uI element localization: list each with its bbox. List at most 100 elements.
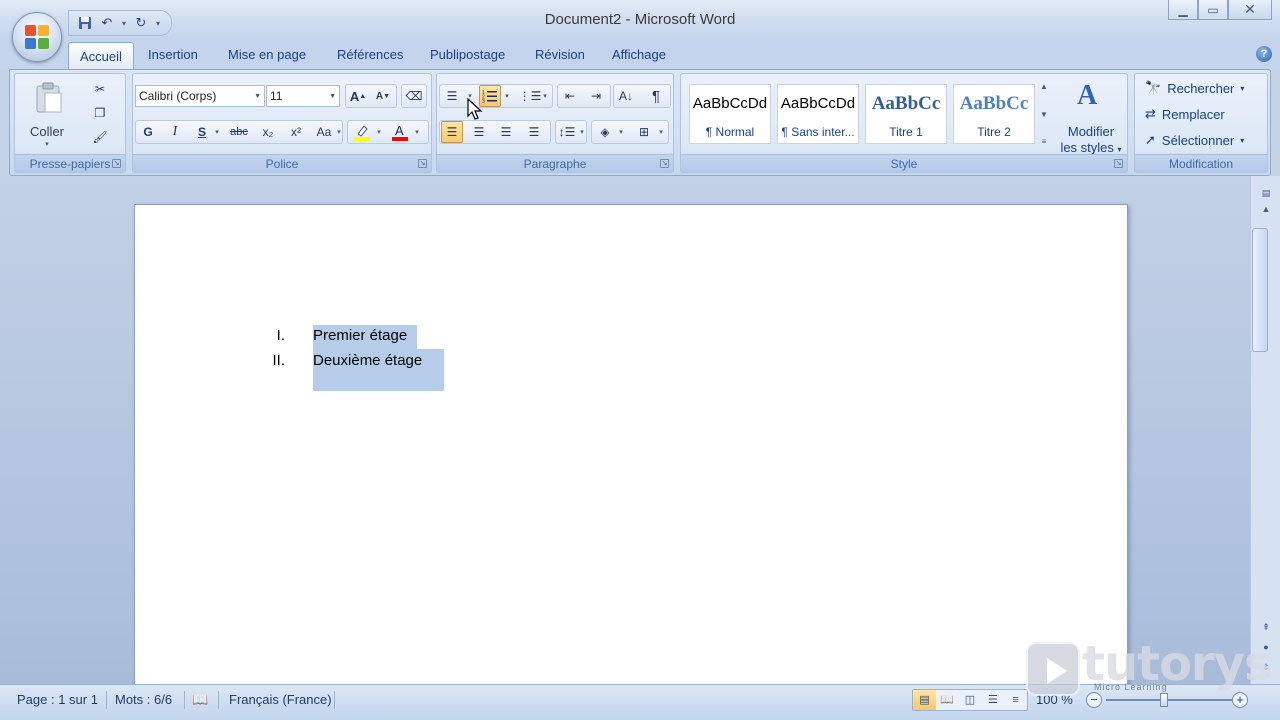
tab-references[interactable]: Références bbox=[337, 47, 403, 62]
change-styles-button[interactable]: A Modifier les styles ▾ bbox=[1057, 78, 1125, 155]
format-painter-icon[interactable]: 🖌 bbox=[89, 126, 111, 148]
status-divider bbox=[106, 691, 107, 709]
style-preview: AaBbCcDd bbox=[780, 95, 856, 112]
ruler-toggle-icon[interactable]: ▤ bbox=[1259, 188, 1273, 202]
superscript-button[interactable]: x² bbox=[285, 121, 307, 143]
style-name: ¶ Normal bbox=[705, 125, 755, 139]
print-layout-icon[interactable]: ▤ bbox=[913, 690, 936, 710]
bullets-icon[interactable]: ☰ bbox=[441, 85, 463, 107]
style-no-spacing[interactable]: AaBbCcDd ¶ Sans inter... bbox=[777, 84, 859, 144]
style-normal[interactable]: AaBbCcDd ¶ Normal bbox=[689, 84, 771, 144]
styles-launcher-icon[interactable]: ↘ bbox=[1114, 159, 1123, 168]
gallery-more-icon[interactable]: ≡ bbox=[1042, 137, 1047, 146]
paragraph-group: ☰ ▾ 123 ▾ ⋮☰ ▾ ⇤ ⇥ A↓ ¶ ☰ ☰ ☰ ☰ ↕☰ ▾ ◈ ▾… bbox=[436, 73, 674, 173]
subscript-button[interactable]: x₂ bbox=[257, 121, 279, 143]
tab-revision[interactable]: Révision bbox=[535, 47, 585, 62]
line-spacing-icon[interactable]: ↕☰ bbox=[556, 121, 578, 143]
multilevel-list-icon[interactable]: ⋮☰ bbox=[519, 85, 542, 107]
italic-button[interactable]: I bbox=[164, 121, 186, 143]
office-logo-icon bbox=[25, 25, 49, 49]
change-styles-icon: A bbox=[1077, 80, 1098, 111]
replace-button[interactable]: ⇄ Remplacer bbox=[1145, 103, 1225, 125]
language-indicator[interactable]: Français (France) bbox=[229, 692, 332, 707]
select-button[interactable]: ➚ Sélectionner ▾ bbox=[1145, 129, 1244, 151]
title-bar: ↶ ▾ ↻ ▾ Document2 - Microsoft Word ▁ ▭ ✕ bbox=[0, 0, 1280, 40]
font-name-combo[interactable]: Calibri (Corps) ▼ bbox=[135, 85, 265, 107]
increase-indent-icon[interactable]: ⇥ bbox=[585, 85, 607, 107]
maximize-icon[interactable]: ▭ bbox=[1198, 0, 1228, 20]
shading-dropdown-icon[interactable]: ▾ bbox=[617, 121, 625, 143]
font-group: Calibri (Corps) ▼ 11 ▼ A ▲ A ▼ ⌫ G I S ▾ abc… bbox=[132, 73, 432, 173]
decrease-indent-icon[interactable]: ⇤ bbox=[559, 85, 581, 107]
tab-affichage[interactable]: Affichage bbox=[612, 47, 666, 62]
style-heading-1[interactable]: AaBbCc Titre 1 bbox=[865, 84, 947, 144]
align-right-icon[interactable]: ☰ bbox=[495, 121, 517, 143]
clipboard-launcher-icon[interactable]: ↘ bbox=[112, 159, 121, 168]
change-styles-label-2: les styles ▾ bbox=[1060, 140, 1122, 155]
tab-accueil[interactable]: Accueil bbox=[68, 42, 134, 70]
outline-icon[interactable]: ☰ bbox=[981, 690, 1004, 710]
editing-group-label: Modification bbox=[1135, 154, 1267, 172]
strikethrough-button[interactable]: abc bbox=[228, 121, 250, 143]
zoom-slider[interactable] bbox=[1106, 699, 1232, 701]
shading-icon[interactable]: ◈ bbox=[594, 121, 616, 143]
paste-dropdown-icon: ▾ bbox=[45, 141, 49, 148]
spelling-check-icon[interactable]: 📖 bbox=[192, 692, 208, 708]
style-heading-2[interactable]: AaBbCc Titre 2 bbox=[953, 84, 1035, 144]
bold-button[interactable]: G bbox=[137, 121, 159, 143]
gallery-down-icon[interactable]: ▼ bbox=[1040, 110, 1048, 119]
font-size-combo[interactable]: 11 ▼ bbox=[266, 85, 340, 107]
list-item-text[interactable]: Premier étage bbox=[313, 327, 407, 344]
font-color-dropdown-icon[interactable]: ▾ bbox=[413, 121, 421, 143]
highlight-dropdown-icon[interactable]: ▾ bbox=[375, 121, 383, 143]
office-button[interactable] bbox=[12, 12, 62, 62]
scroll-up-icon[interactable]: ▲ bbox=[1259, 204, 1273, 218]
clear-formatting-icon[interactable]: ⌫ bbox=[403, 85, 425, 107]
close-icon[interactable]: ✕ bbox=[1228, 0, 1272, 20]
change-case-dropdown-icon[interactable]: ▾ bbox=[335, 121, 343, 143]
grow-font-icon[interactable]: A ▲ bbox=[347, 85, 369, 107]
align-left-icon[interactable]: ☰ bbox=[441, 121, 463, 143]
minimize-icon[interactable]: ▁ bbox=[1168, 0, 1198, 20]
paragraph-group-label: Paragraphe bbox=[437, 154, 673, 172]
select-dropdown-icon: ▾ bbox=[1240, 135, 1245, 145]
justify-icon[interactable]: ☰ bbox=[523, 121, 545, 143]
underline-button[interactable]: S bbox=[191, 121, 213, 143]
web-layout-icon[interactable]: ◫ bbox=[959, 690, 982, 710]
borders-dropdown-icon[interactable]: ▾ bbox=[657, 121, 665, 143]
cut-icon[interactable]: ✂ bbox=[89, 78, 111, 100]
document-page[interactable]: I. Premier étage II. Deuxième étage bbox=[134, 204, 1128, 694]
tab-insertion[interactable]: Insertion bbox=[148, 47, 198, 62]
underline-dropdown-icon[interactable]: ▾ bbox=[213, 121, 221, 143]
paste-button[interactable]: Coller ▾ bbox=[23, 78, 71, 148]
shrink-font-icon[interactable]: A ▼ bbox=[372, 85, 394, 107]
tab-publipostage[interactable]: Publipostage bbox=[430, 47, 505, 62]
font-launcher-icon[interactable]: ↘ bbox=[418, 159, 427, 168]
align-center-icon[interactable]: ☰ bbox=[468, 121, 490, 143]
word-count[interactable]: Mots : 6/6 bbox=[115, 692, 172, 707]
previous-page-icon[interactable]: ⇞ bbox=[1259, 622, 1273, 636]
list-item-text[interactable]: Deuxième étage bbox=[313, 352, 422, 369]
change-case-button[interactable]: Aa bbox=[313, 121, 335, 143]
borders-icon[interactable]: ⊞ bbox=[633, 121, 655, 143]
font-color-icon[interactable]: A bbox=[389, 121, 411, 143]
font-size-dropdown-icon: ▼ bbox=[329, 93, 336, 100]
copy-icon[interactable]: ❐ bbox=[89, 102, 111, 124]
help-icon[interactable]: ? bbox=[1256, 46, 1272, 62]
status-divider bbox=[334, 691, 335, 709]
multilevel-dropdown-icon[interactable]: ▾ bbox=[541, 85, 549, 107]
gallery-up-icon[interactable]: ▲ bbox=[1040, 82, 1048, 91]
paragraph-launcher-icon[interactable]: ↘ bbox=[660, 159, 669, 168]
page-count[interactable]: Page : 1 sur 1 bbox=[17, 692, 98, 707]
line-spacing-dropdown-icon[interactable]: ▾ bbox=[578, 121, 586, 143]
show-marks-button[interactable]: ¶ bbox=[645, 85, 667, 107]
full-screen-reading-icon[interactable]: 📖 bbox=[936, 690, 959, 710]
highlight-icon[interactable] bbox=[351, 121, 373, 143]
find-button[interactable]: 🔭 Rechercher ▾ bbox=[1145, 77, 1244, 99]
window-controls: ▁ ▭ ✕ bbox=[1168, 0, 1272, 20]
numbering-dropdown-icon[interactable]: ▾ bbox=[503, 85, 511, 107]
sort-icon[interactable]: A↓ bbox=[615, 85, 637, 107]
tab-mise-en-page[interactable]: Mise en page bbox=[228, 47, 306, 62]
scroll-thumb[interactable] bbox=[1252, 228, 1268, 352]
status-divider bbox=[184, 691, 185, 709]
